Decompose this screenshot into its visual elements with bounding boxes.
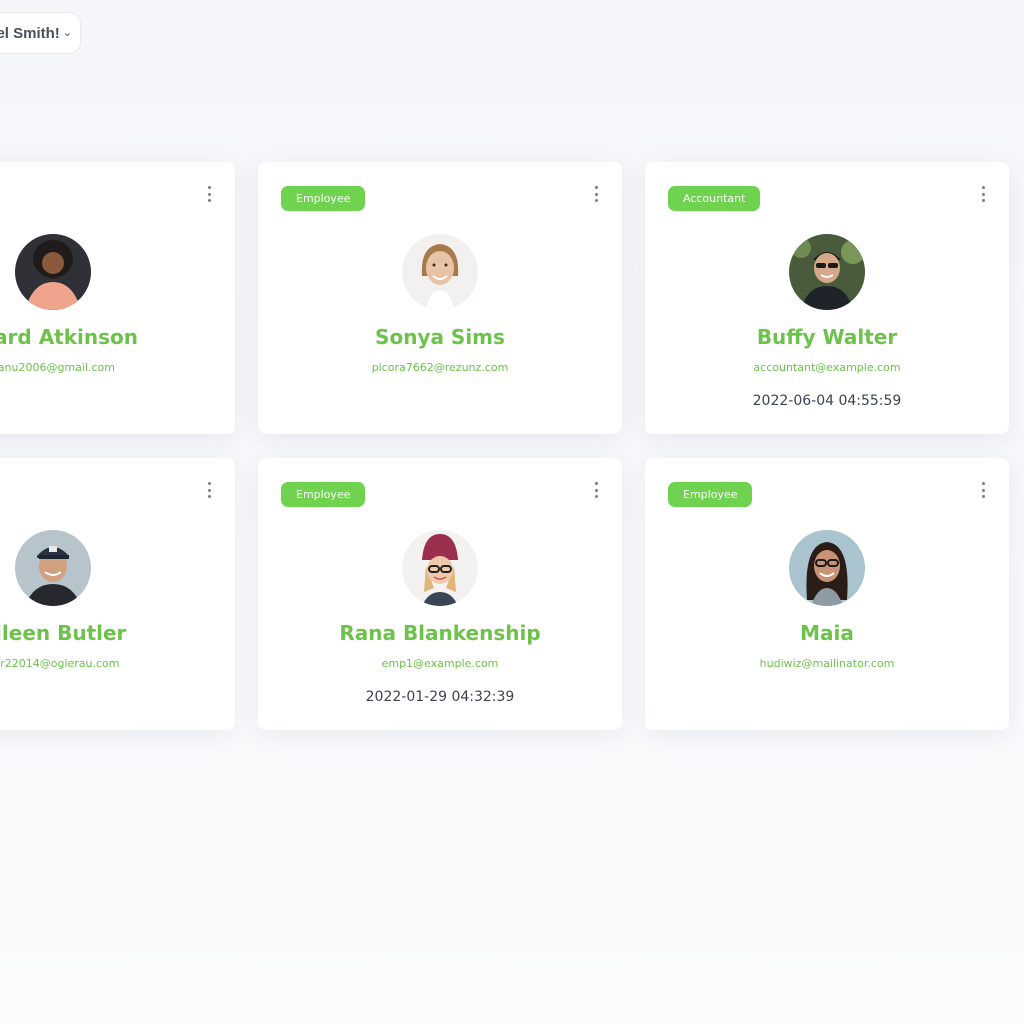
avatar-image <box>15 234 91 310</box>
user-card[interactable]: Employee Sonya Sims picora7662@rezunz.co… <box>258 162 622 434</box>
avatar-image <box>789 530 865 606</box>
avatar <box>789 530 865 606</box>
page: el Smith! ⌄ chard Atkinson eanu2006@gmai… <box>0 0 1024 1024</box>
role-badge: Accountant <box>668 186 761 211</box>
user-name[interactable]: chard Atkinson <box>0 325 235 349</box>
user-email: eanu2006@gmail.com <box>0 361 115 374</box>
user-email: por22014@oglerau.com <box>0 657 120 670</box>
user-name[interactable]: Aileen Butler <box>0 621 235 645</box>
user-email: picora7662@rezunz.com <box>371 361 509 374</box>
created-date: 2022-01-29 04:32:39 <box>365 689 515 705</box>
more-vertical-icon[interactable] <box>977 186 989 202</box>
user-email: emp1@example.com <box>381 657 499 670</box>
user-card[interactable]: chard Atkinson eanu2006@gmail.com <box>0 162 235 434</box>
user-name[interactable]: Rana Blankenship <box>258 621 622 645</box>
avatar-image <box>402 234 478 310</box>
user-name[interactable]: Sonya Sims <box>258 325 622 349</box>
avatar-image <box>402 530 478 606</box>
role-badge: Employee <box>668 482 753 507</box>
created-date: 2022-06-04 04:55:59 <box>752 393 902 409</box>
avatar <box>15 234 91 310</box>
user-name: el Smith! <box>0 24 60 42</box>
role-badge: Employee <box>281 482 366 507</box>
user-email: hudiwiz@mailinator.com <box>759 657 895 670</box>
more-vertical-icon[interactable] <box>590 482 602 498</box>
avatar <box>402 234 478 310</box>
avatar <box>15 530 91 606</box>
user-menu-button[interactable]: el Smith! ⌄ <box>0 12 81 54</box>
user-name[interactable]: Buffy Walter <box>645 325 1009 349</box>
user-card[interactable]: Aileen Butler por22014@oglerau.com <box>0 458 235 730</box>
more-vertical-icon[interactable] <box>590 186 602 202</box>
more-vertical-icon[interactable] <box>203 482 215 498</box>
avatar <box>402 530 478 606</box>
avatar <box>789 234 865 310</box>
user-card[interactable]: Accountant Buffy Walter accountant@examp… <box>645 162 1009 434</box>
user-email: accountant@example.com <box>753 361 901 374</box>
user-card[interactable]: Employee Maia hudiwiz@mailinator.com <box>645 458 1009 730</box>
avatar-image <box>789 234 865 310</box>
more-vertical-icon[interactable] <box>203 186 215 202</box>
more-vertical-icon[interactable] <box>977 482 989 498</box>
user-card[interactable]: Employee Rana Blankenship emp1@example.c… <box>258 458 622 730</box>
avatar-image <box>15 530 91 606</box>
chevron-down-icon: ⌄ <box>62 26 72 39</box>
role-badge: Employee <box>281 186 366 211</box>
user-name[interactable]: Maia <box>645 621 1009 645</box>
